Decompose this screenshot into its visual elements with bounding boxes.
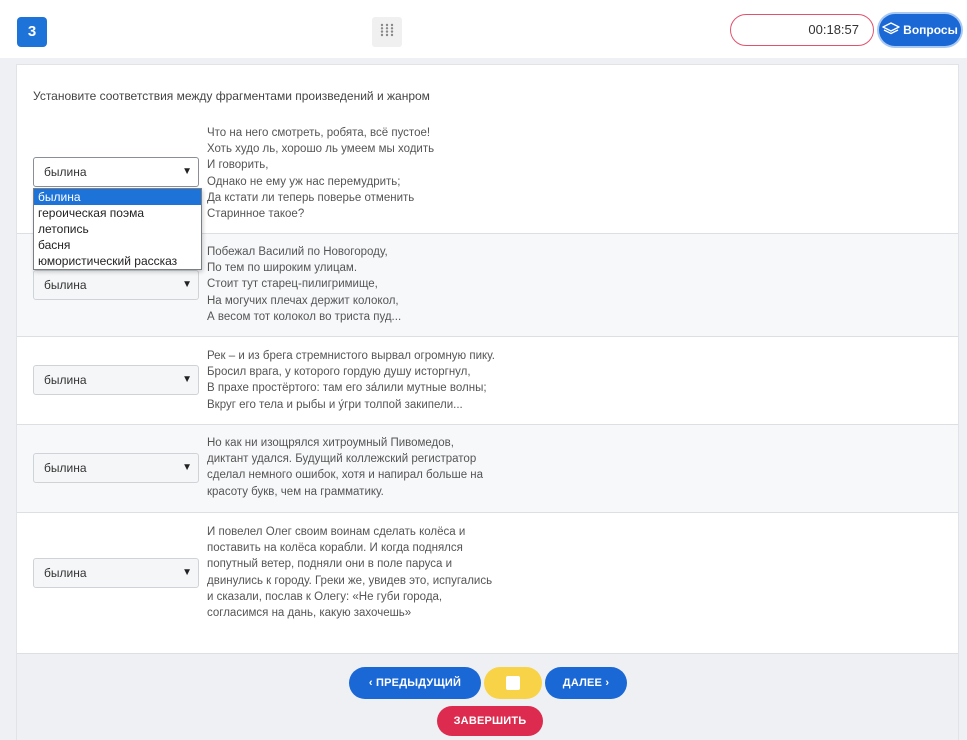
dropdown-option[interactable]: былина <box>34 189 201 205</box>
fragment-line: Рек – и из брега стремнистого вырвал огр… <box>207 350 495 362</box>
previous-button[interactable]: ‹ ПРЕДЫДУЩИЙ <box>349 667 481 699</box>
text-fragment: Что на него смотреть, робята, всё пустое… <box>207 125 434 222</box>
fragment-line: Да кстати ли теперь поверье отменить <box>207 191 415 204</box>
chevron-down-icon: ▼ <box>182 567 192 578</box>
fragment-line: Бросил врага, у которого гордую душу ист… <box>207 366 471 379</box>
fragment-line: и сказали, послав к Олегу: «Не губи горо… <box>207 590 443 603</box>
genre-select[interactable]: былина ▼ <box>33 157 199 187</box>
question-card: Установите соответствия между фрагментам… <box>16 64 959 740</box>
checkbox-square-icon <box>506 676 520 690</box>
genre-select-value: былина <box>44 278 87 292</box>
chevron-down-icon: ▼ <box>182 462 192 473</box>
task-instruction: Установите соответствия между фрагментам… <box>33 89 430 103</box>
dropdown-option[interactable]: басня <box>34 237 201 253</box>
questions-button-label: Вопросы <box>903 23 958 37</box>
dropdown-option[interactable]: летопись <box>34 221 201 237</box>
fragment-line: согласимся на дань, какую захочешь» <box>207 607 412 620</box>
fragment-line: И говорить, <box>207 159 269 172</box>
top-bar: 3 00:18:57 Вопросы <box>0 0 967 58</box>
question-number-badge[interactable]: 3 <box>17 17 47 47</box>
genre-select-value: былина <box>44 165 87 179</box>
chevron-down-icon: ▼ <box>182 166 192 177</box>
fragment-line: И повелел Олег своим воинам сделать колё… <box>207 526 466 538</box>
genre-select[interactable]: былина ▼ <box>33 558 199 588</box>
fragment-line: сделал немного ошибок, хотя и напирал бо… <box>207 469 484 482</box>
mark-question-button[interactable] <box>484 667 542 699</box>
chevron-down-icon: ▼ <box>182 279 192 290</box>
grid-dots-icon <box>380 23 394 42</box>
questions-button[interactable]: Вопросы <box>879 14 961 46</box>
fragment-line: В прахе простёртого: там его за́лили мут… <box>207 382 487 395</box>
fragment-line: Хоть худо ль, хорошо ль умеем мы ходить <box>207 143 435 156</box>
match-row: былина ▼ Но как ни изощрялся хитроумный … <box>17 424 958 512</box>
genre-select-value: былина <box>44 566 87 580</box>
question-grid-button[interactable] <box>372 17 402 47</box>
genre-select-value: былина <box>44 461 87 475</box>
next-button[interactable]: ДАЛЕЕ › <box>545 667 627 699</box>
fragment-line: На могучих плечах держит колокол, <box>207 294 399 307</box>
fragment-line: Вкруг его тела и рыбы и у́гри толпой зак… <box>207 398 463 411</box>
fragment-line: Что на него смотреть, робята, всё пустое… <box>207 127 431 139</box>
timer-display: 00:18:57 <box>730 14 874 46</box>
match-row: былина ▼ Рек – и из брега стремнистого в… <box>17 336 958 424</box>
fragment-line: Но как ни изощрялся хитроумный Пивомедов… <box>207 437 454 449</box>
genre-select[interactable]: былина ▼ <box>33 365 199 395</box>
fragment-line: Однако не ему уж нас перемудрить; <box>207 175 401 188</box>
layers-icon <box>882 21 900 39</box>
fragment-line: Старинное такое? <box>207 208 305 221</box>
fragment-line: попутный ветер, подняли они в поле парус… <box>207 558 453 571</box>
fragment-line: диктант удался. Будущий коллежский регис… <box>207 453 477 466</box>
fragment-line: Стоит тут старец-пилигримище, <box>207 278 378 291</box>
text-fragment: И повелел Олег своим воинам сделать колё… <box>207 524 492 621</box>
navigation-footer: ‹ ПРЕДЫДУЩИЙ ДАЛЕЕ › ЗАВЕРШИТЬ <box>17 653 958 740</box>
genre-select[interactable]: былина ▼ <box>33 453 199 483</box>
genre-select-value: былина <box>44 373 87 387</box>
match-row: былина ▼ И повелел Олег своим воинам сде… <box>17 512 958 653</box>
genre-dropdown-list: былина героическая поэма летопись басня … <box>33 188 202 270</box>
fragment-line: По тем по широким улицам. <box>207 262 358 275</box>
dropdown-option[interactable]: героическая поэма <box>34 205 201 221</box>
fragment-line: поставить на колёса корабли. И когда под… <box>207 542 463 555</box>
dropdown-option[interactable]: юмористический рассказ <box>34 253 201 269</box>
genre-select[interactable]: былина ▼ <box>33 270 199 300</box>
chevron-down-icon: ▼ <box>182 374 192 385</box>
fragment-line: двинулись к городу. Греки же, увидев это… <box>207 574 493 587</box>
fragment-line: А весом тот колокол во триста пуд... <box>207 310 402 323</box>
text-fragment: Побежал Василий по Новогороду, По тем по… <box>207 244 401 325</box>
text-fragment: Рек – и из брега стремнистого вырвал огр… <box>207 348 495 413</box>
fragment-line: красоту букв, чем на грамматику. <box>207 485 384 498</box>
finish-button[interactable]: ЗАВЕРШИТЬ <box>437 706 543 736</box>
text-fragment: Но как ни изощрялся хитроумный Пивомедов… <box>207 435 483 500</box>
fragment-line: Побежал Василий по Новогороду, <box>207 246 388 258</box>
